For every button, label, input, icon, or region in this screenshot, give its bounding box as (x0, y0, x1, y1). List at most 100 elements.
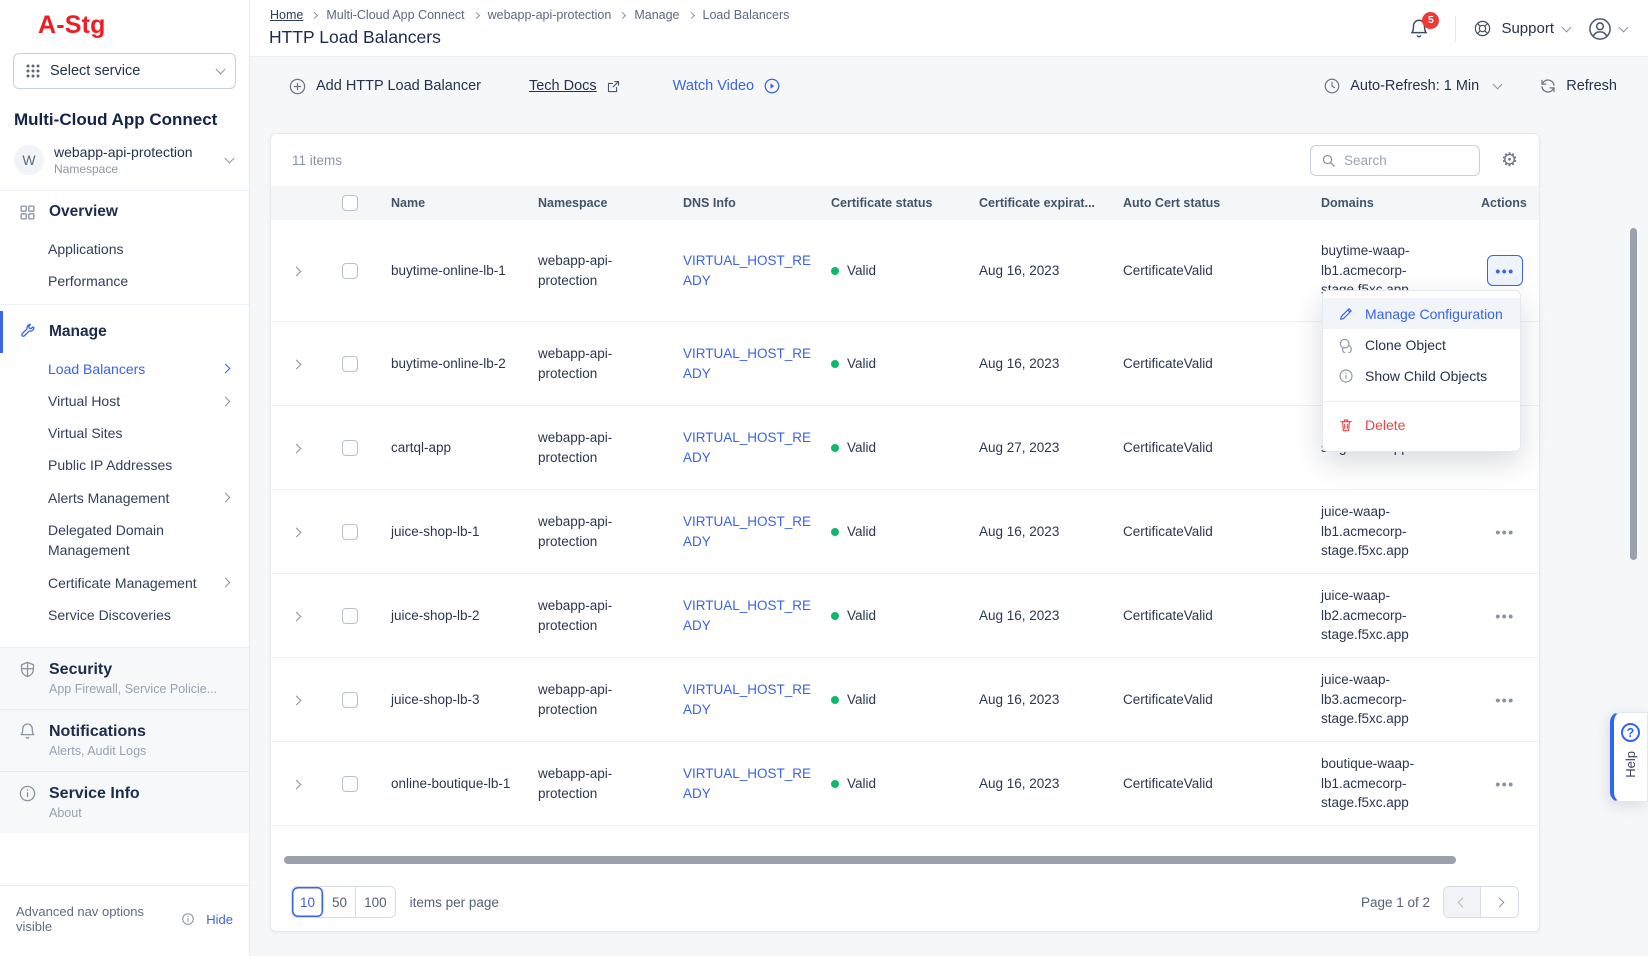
select-all-checkbox[interactable] (342, 195, 358, 211)
dns-info-link[interactable]: VIRTUAL_HOST_READY (683, 764, 813, 803)
breadcrumb-item[interactable]: Home (270, 8, 303, 22)
column-header-namespace[interactable]: Namespace (526, 196, 671, 210)
row-expand-chevron[interactable] (289, 350, 304, 378)
chevron-right-icon (687, 11, 694, 18)
sidebar-item-service-discoveries[interactable]: Service Discoveries (0, 599, 249, 631)
table-row: juice-shop-lb-2 webapp-api-protection VI… (271, 574, 1539, 658)
breadcrumb-item[interactable]: webapp-api-protection (488, 8, 612, 22)
row-expand-chevron[interactable] (289, 602, 304, 630)
table-row: juice-shop-lb-1 webapp-api-protection VI… (271, 490, 1539, 574)
lb-domains: juice-waap-lb2.acmecorp-stage.f5xc.app (1309, 586, 1439, 645)
sidebar-item-delegated-domain-management[interactable]: Delegated Domain Management (0, 514, 249, 567)
menu-item-clone-object[interactable]: Clone Object (1323, 329, 1520, 360)
sidebar-item-manage[interactable]: Manage (0, 311, 249, 353)
row-expand-chevron[interactable] (289, 257, 304, 285)
column-header-certificate-status[interactable]: Certificate status (819, 196, 967, 210)
menu-item-delete[interactable]: Delete (1323, 409, 1520, 440)
row-checkbox[interactable] (342, 692, 358, 708)
pencil-icon (1338, 306, 1354, 322)
column-header-actions[interactable]: Actions (1469, 196, 1541, 210)
menu-item-manage-configuration[interactable]: Manage Configuration (1323, 298, 1520, 329)
sidebar-item-service-info[interactable]: Service Info About (0, 771, 249, 833)
row-checkbox[interactable] (342, 524, 358, 540)
hide-advanced-nav-link[interactable]: Hide (206, 912, 233, 927)
support-label: Support (1501, 20, 1554, 37)
row-checkbox[interactable] (342, 356, 358, 372)
support-menu-button[interactable]: Support (1473, 19, 1570, 38)
dns-info-link[interactable]: VIRTUAL_HOST_READY (683, 680, 813, 719)
row-actions-button[interactable]: ••• (1487, 768, 1523, 799)
breadcrumb-item[interactable]: Load Balancers (703, 8, 790, 22)
refresh-button[interactable]: Refresh (1539, 77, 1617, 95)
vertical-scrollbar[interactable] (1630, 228, 1637, 560)
next-page-button[interactable] (1481, 887, 1518, 917)
row-checkbox[interactable] (342, 608, 358, 624)
sidebar-item-security[interactable]: Security App Firewall, Service Policie..… (0, 647, 249, 709)
breadcrumb-item[interactable]: Manage (634, 8, 679, 22)
sidebar-footer: Advanced nav options visible Hide (0, 885, 249, 956)
row-actions-context-menu: Manage Configuration Clone Object Show C… (1322, 290, 1521, 452)
sidebar-item-certificate-management[interactable]: Certificate Management (0, 567, 249, 599)
column-header-certificate-expiration[interactable]: Certificate expirat... (967, 196, 1111, 210)
row-checkbox[interactable] (342, 263, 358, 279)
divider (1323, 401, 1520, 402)
add-http-load-balancer-button[interactable]: Add HTTP Load Balancer (288, 77, 481, 96)
dns-info-link[interactable]: VIRTUAL_HOST_READY (683, 596, 813, 635)
column-header-dns-info[interactable]: DNS Info (671, 196, 819, 210)
select-service-dropdown[interactable]: Select service (13, 53, 236, 89)
select-service-label: Select service (50, 63, 208, 79)
column-header-auto-cert-status[interactable]: Auto Cert status (1111, 196, 1309, 210)
dns-info-link[interactable]: VIRTUAL_HOST_READY (683, 428, 813, 467)
row-checkbox[interactable] (342, 776, 358, 792)
previous-page-button[interactable] (1444, 887, 1481, 917)
row-actions-button[interactable]: ••• (1487, 516, 1523, 547)
row-expand-chevron[interactable] (289, 686, 304, 714)
column-header-domains[interactable]: Domains (1309, 196, 1469, 210)
notifications-bell-button[interactable]: 5 (1408, 18, 1430, 40)
breadcrumb-item[interactable]: Multi-Cloud App Connect (326, 8, 464, 22)
row-checkbox[interactable] (342, 440, 358, 456)
namespace-selector[interactable]: W webapp-api-protection Namespace (0, 136, 249, 191)
row-expand-chevron[interactable] (289, 770, 304, 798)
page-size-100-button[interactable]: 100 (356, 887, 395, 917)
row-expand-chevron[interactable] (289, 434, 304, 462)
table-row: online-boutique-lb-1 webapp-api-protecti… (271, 742, 1539, 826)
tech-docs-link[interactable]: Tech Docs (529, 78, 621, 94)
sidebar-item-virtual-host[interactable]: Virtual Host (0, 385, 249, 417)
dns-info-link[interactable]: VIRTUAL_HOST_READY (683, 251, 813, 290)
page-size-10-button[interactable]: 10 (292, 887, 324, 917)
sidebar-item-virtual-sites[interactable]: Virtual Sites (0, 417, 249, 449)
table-settings-gear-icon[interactable]: ⚙ (1501, 151, 1518, 170)
sidebar-item-public-ip-addresses[interactable]: Public IP Addresses (0, 449, 249, 481)
row-actions-button[interactable]: ••• (1487, 255, 1523, 286)
certificate-expiration: Aug 16, 2023 (967, 774, 1111, 794)
status-dot-icon (831, 696, 839, 704)
sidebar-item-notifications[interactable]: Notifications Alerts, Audit Logs (0, 709, 249, 771)
sidebar-item-overview[interactable]: Overview (0, 191, 249, 233)
page-size-50-button[interactable]: 50 (324, 887, 356, 917)
column-header-name[interactable]: Name (379, 196, 526, 210)
auto-cert-status: CertificateValid (1111, 606, 1309, 626)
lb-namespace: webapp-api-protection (526, 428, 646, 467)
sidebar-item-performance[interactable]: Performance (0, 265, 249, 297)
account-menu-button[interactable] (1587, 16, 1627, 42)
divider (0, 304, 249, 305)
row-expand-chevron[interactable] (289, 518, 304, 546)
menu-item-show-child-objects[interactable]: Show Child Objects (1323, 360, 1520, 391)
row-actions-button[interactable]: ••• (1487, 600, 1523, 631)
dns-info-link[interactable]: VIRTUAL_HOST_READY (683, 344, 813, 383)
product-title: Multi-Cloud App Connect (14, 110, 235, 130)
auto-refresh-dropdown[interactable]: Auto-Refresh: 1 Min (1323, 77, 1501, 95)
search-input[interactable] (1344, 153, 1469, 168)
row-actions-button[interactable]: ••• (1487, 684, 1523, 715)
auto-cert-status: CertificateValid (1111, 438, 1309, 458)
sidebar-item-alerts-management[interactable]: Alerts Management (0, 482, 249, 514)
sidebar-item-applications[interactable]: Applications (0, 233, 249, 265)
dns-info-link[interactable]: VIRTUAL_HOST_READY (683, 512, 813, 551)
horizontal-scrollbar[interactable] (284, 856, 1456, 864)
watch-video-link[interactable]: Watch Video (673, 77, 781, 95)
sidebar-item-sublabel: App Firewall, Service Policie... (49, 682, 233, 696)
sidebar-item-load-balancers[interactable]: Load Balancers (0, 353, 249, 385)
lb-namespace: webapp-api-protection (526, 344, 646, 383)
help-tab[interactable]: ? Help (1610, 712, 1648, 802)
